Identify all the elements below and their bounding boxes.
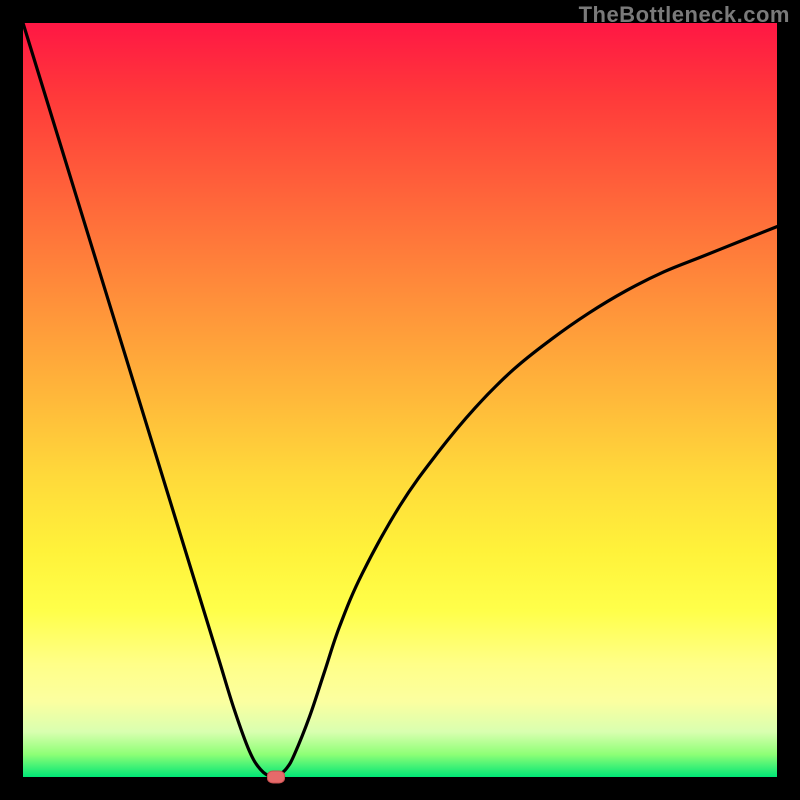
- optimum-marker: [267, 771, 285, 784]
- attribution-text: TheBottleneck.com: [579, 2, 790, 28]
- chart-frame: TheBottleneck.com: [0, 0, 800, 800]
- bottleneck-curve: [23, 23, 777, 777]
